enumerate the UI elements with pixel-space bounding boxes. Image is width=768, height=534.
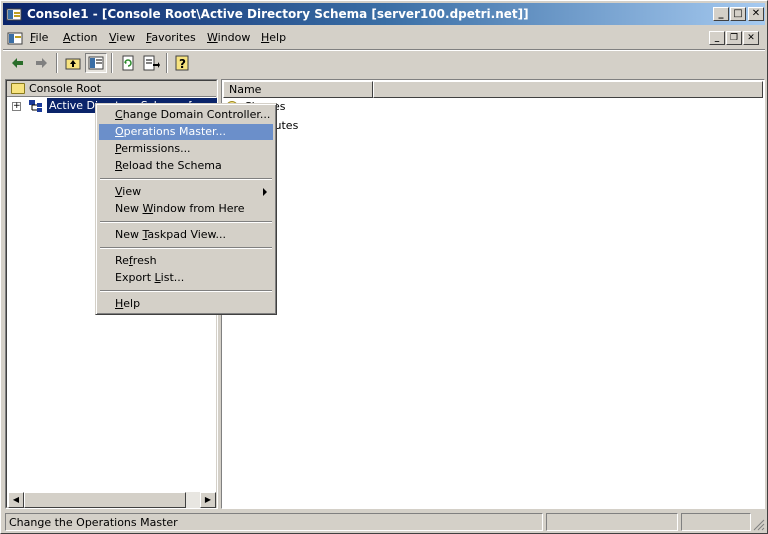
menu-item-help[interactable]: Help (99, 296, 273, 312)
show-hide-tree-icon (88, 56, 104, 70)
menu-item-new-window[interactable]: New Window from Here (99, 201, 273, 217)
menu-item-refresh[interactable]: Refresh (99, 253, 273, 269)
help-icon: ? (175, 55, 189, 71)
menu-separator (100, 221, 272, 223)
menu-item-view[interactable]: View (99, 184, 273, 200)
back-button[interactable] (7, 53, 29, 73)
mdi-close-button[interactable]: ✕ (743, 31, 759, 45)
schema-icon (29, 100, 42, 112)
column-header-blank[interactable] (373, 81, 763, 98)
help-button[interactable]: ? (171, 53, 193, 73)
tree-horizontal-scrollbar[interactable]: ◀ ▶ (8, 492, 216, 508)
svg-text:?: ? (179, 57, 186, 71)
status-pane-2 (546, 513, 678, 531)
status-text: Change the Operations Master (5, 513, 543, 531)
maximize-button[interactable]: □ (730, 7, 746, 21)
up-one-level-button[interactable] (62, 53, 84, 73)
status-bar: Change the Operations Master (3, 511, 765, 533)
toolbar-separator (56, 53, 58, 73)
back-icon (12, 58, 23, 68)
menu-file[interactable]: File (30, 31, 48, 44)
refresh-button[interactable] (117, 53, 139, 73)
console-system-icon[interactable] (7, 30, 23, 46)
scroll-thumb[interactable] (24, 492, 186, 508)
mmc-console-icon (6, 8, 22, 21)
forward-button[interactable] (30, 53, 52, 73)
column-header-name[interactable]: Name (223, 81, 373, 98)
menu-bar: File Action View Favorites Window Help _… (3, 27, 765, 49)
status-pane-3 (681, 513, 751, 531)
minimize-button[interactable]: _ (713, 7, 729, 21)
menu-item-export-list[interactable]: Export List... (99, 270, 273, 286)
menu-window[interactable]: Window (207, 31, 250, 44)
menu-separator (100, 178, 272, 180)
menu-favorites[interactable]: Favorites (146, 31, 196, 44)
toolbar-separator (166, 53, 168, 73)
title-bar[interactable]: Console1 - [Console Root\Active Director… (3, 3, 765, 25)
expand-plus-icon[interactable]: + (12, 102, 21, 111)
tree-root-row[interactable]: Console Root (7, 81, 216, 97)
menu-item-reload-schema[interactable]: Reload the Schema (99, 158, 273, 174)
resize-grip-icon[interactable] (753, 519, 765, 531)
folder-icon (11, 83, 25, 94)
export-list-button[interactable] (140, 53, 162, 73)
submenu-arrow-icon (263, 188, 267, 196)
tree-root-label: Console Root (29, 82, 102, 95)
menu-separator (100, 247, 272, 249)
mdi-restore-button[interactable]: ❐ (726, 31, 742, 45)
context-menu: Change Domain Controller... Operations M… (95, 103, 277, 315)
toolbar-separator (111, 53, 113, 73)
menu-item-operations-master[interactable]: Operations Master... (99, 124, 273, 140)
menu-action[interactable]: Action (63, 31, 97, 44)
mmc-window: Console1 - [Console Root\Active Director… (0, 0, 768, 534)
window-title: Console1 - [Console Root\Active Director… (27, 7, 529, 21)
up-one-level-icon (65, 58, 81, 70)
export-list-icon (143, 55, 160, 71)
menu-item-new-taskpad-view[interactable]: New Taskpad View... (99, 227, 273, 243)
refresh-icon (122, 55, 134, 71)
menu-item-change-domain-controller[interactable]: Change Domain Controller... (99, 107, 273, 123)
toolbar: ? (3, 49, 765, 75)
mdi-minimize-button[interactable]: _ (709, 31, 725, 45)
menu-separator (100, 290, 272, 292)
menu-view[interactable]: View (109, 31, 135, 44)
menu-help[interactable]: Help (261, 31, 286, 44)
list-header: Name (223, 81, 763, 98)
menu-item-permissions[interactable]: Permissions... (99, 141, 273, 157)
mdi-caption-buttons: _ ❐ ✕ (708, 30, 759, 45)
forward-icon (36, 58, 47, 68)
results-list-pane[interactable]: Name Classes Attributes (221, 79, 765, 509)
scroll-right-button[interactable]: ▶ (200, 492, 216, 508)
close-button[interactable]: ✕ (748, 7, 764, 21)
scroll-left-button[interactable]: ◀ (8, 492, 24, 508)
show-hide-tree-button[interactable] (85, 53, 107, 73)
